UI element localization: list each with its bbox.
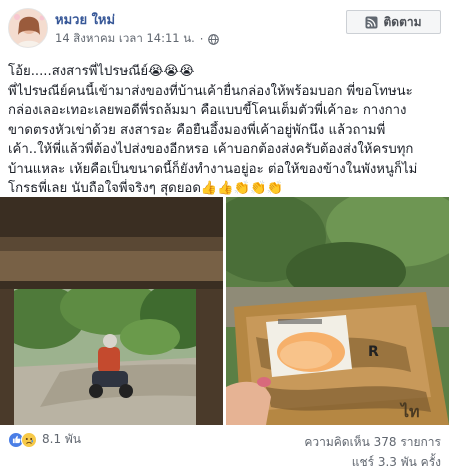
post-header: หมวย ใหม่ 14 สิงหาคม เวลา 14:11 น. · ติด…: [0, 0, 449, 58]
share-count[interactable]: แชร์ 3.3 พัน ครั้ง: [352, 453, 441, 472]
post-body: โอ้ย.....สงสารพี่ไปรษณีย์😭😭😭 พี่ไปรษณีย์…: [8, 62, 444, 199]
post-line: โอ้ย.....สงสารพี่ไปรษณีย์😭😭😭: [8, 64, 195, 79]
parcel-print-mark: ไท: [399, 402, 420, 421]
reaction-count: 8.1 พัน: [42, 432, 82, 446]
post-line: โกรธพี่เลย นับถือใจพี่จริงๆ สุดยอด👍👍👏👏👏: [8, 181, 283, 196]
avatar[interactable]: [8, 8, 48, 48]
photo-grid: ไท R: [0, 197, 449, 425]
author-name[interactable]: หมวย ใหม่: [55, 9, 115, 30]
rss-icon: [365, 16, 378, 29]
post-line: บ้านแหละ เห้ยคือเป็นขนาดนี้ก็ยังทำงานอยู…: [8, 161, 418, 177]
follow-label: ติดตาม: [383, 14, 422, 29]
follow-button[interactable]: ติดตาม: [346, 10, 441, 34]
reaction-summary[interactable]: 8.1 พัน: [8, 430, 81, 449]
post-timestamp[interactable]: 14 สิงหาคม เวลา 14:11 น.: [55, 30, 195, 48]
post-line: ขาดตรงหัวเข่าด้วย สงสารอะ คือยืนอึ้งมองพ…: [8, 122, 386, 138]
post-line: กล่องเลอะเทอะเลยพอดีพี่รถล้มมา คือแบบขี้…: [8, 103, 407, 118]
post-line: พี่ไปรษณีย์คนนี้เข้ามาส่งของที่บ้านเค้าย…: [8, 83, 413, 99]
post-meta: 14 สิงหาคม เวลา 14:11 น. ·: [55, 30, 220, 48]
parcel-label-mark: R: [368, 344, 379, 360]
postman-photo[interactable]: [0, 197, 223, 425]
comment-count[interactable]: ความคิดเห็น 378 รายการ: [304, 433, 441, 452]
sad-icon: [21, 431, 37, 448]
globe-icon: [208, 33, 220, 45]
meta-separator: ·: [199, 32, 204, 46]
post-footer: 8.1 พัน ความคิดเห็น 378 รายการ แชร์ 3.3 …: [0, 425, 449, 475]
post-line: เค้า..ให้พี่แล้วพี่ต้องไปส่งของอีกหรอ เค…: [8, 142, 414, 157]
parcel-photo[interactable]: ไท R: [226, 197, 449, 425]
